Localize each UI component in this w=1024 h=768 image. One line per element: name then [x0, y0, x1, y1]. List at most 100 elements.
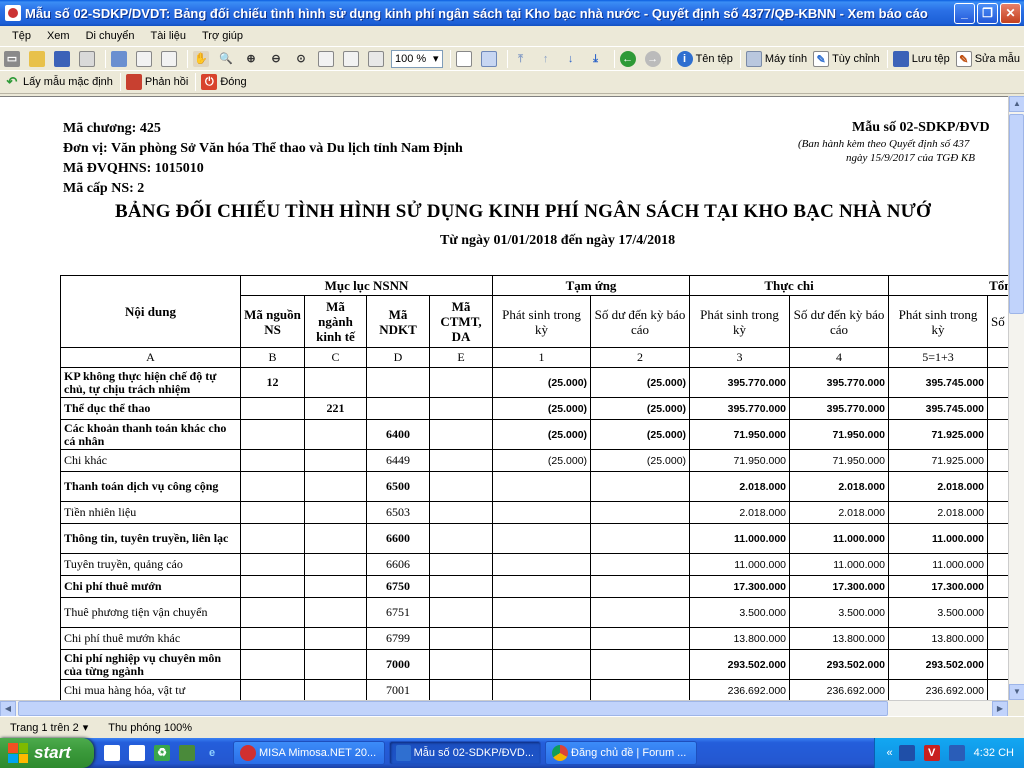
cell-v2	[590, 553, 691, 576]
single-page-button[interactable]	[454, 49, 477, 69]
whole-page-button[interactable]	[341, 49, 364, 69]
header-tong: Tổng	[888, 275, 1008, 296]
cell-v5: 71.925.000	[888, 419, 989, 450]
printer-icon: ▭	[4, 50, 20, 67]
letter-cell: 2	[590, 347, 691, 368]
task-report[interactable]: Mẫu số 02-SDKP/ĐVD...	[389, 741, 541, 765]
next-page-button[interactable]: ↓	[561, 49, 584, 69]
dong-button[interactable]: ⏻ Đóng	[199, 72, 248, 92]
form-code: Mẫu số 02-SDKP/ĐVD	[852, 120, 990, 135]
page-indicator[interactable]: Trang 1 trên 2 ▾	[10, 721, 88, 735]
first-page-button[interactable]: ⤒	[511, 49, 534, 69]
close-button[interactable]: ✕	[1000, 2, 1021, 24]
vertical-scrollbar[interactable]: ▲ ▼	[1008, 96, 1024, 700]
cell-v2	[590, 649, 691, 680]
print-button[interactable]: ▭	[2, 49, 25, 69]
info-icon: i	[676, 50, 693, 67]
network-icon[interactable]	[898, 745, 915, 761]
may-tinh-button[interactable]: Máy tính	[744, 49, 809, 69]
forward-button[interactable]: →	[643, 49, 666, 69]
menu-di-chuyen[interactable]: Di chuyển	[78, 30, 143, 42]
start-button[interactable]: start	[0, 738, 94, 768]
cell-last	[987, 679, 1008, 700]
horizontal-scroll-thumb[interactable]	[18, 701, 888, 716]
feedback-icon	[125, 74, 142, 90]
cell-v1: (25.000)	[492, 419, 592, 450]
ie-icon[interactable]: e	[204, 745, 220, 761]
cell-e	[428, 649, 494, 680]
table-row: Chi phí thuê mướn khác 6799 13.800.000 13.8…	[60, 627, 1008, 650]
scroll-down-icon[interactable]: ▼	[1009, 684, 1024, 700]
menu-tep[interactable]: Tệp	[4, 30, 39, 42]
report-viewport[interactable]: Mã chương: 425 Đơn vị: Văn phòng Sở Văn …	[0, 96, 1008, 700]
menu-xem[interactable]: Xem	[39, 30, 78, 42]
last-page-button[interactable]: ⤓	[586, 49, 609, 69]
cell-c	[304, 471, 367, 502]
prev-page-button[interactable]: ↑	[536, 49, 559, 69]
cell-v1	[492, 649, 592, 680]
title-bar: Mẫu số 02-SDKP/DVDT: Bảng đối chiếu tình…	[0, 0, 1024, 26]
open-button[interactable]	[27, 49, 50, 69]
cell-b	[240, 471, 305, 502]
page-width-button[interactable]	[316, 49, 339, 69]
multi-page-button[interactable]	[479, 49, 502, 69]
pan-button[interactable]: ✋	[191, 49, 214, 69]
task-chrome[interactable]: Đăng chủ đề | Forum ...	[545, 741, 697, 765]
folder-icon	[29, 50, 45, 67]
outline-button[interactable]	[109, 49, 132, 69]
zoom-select[interactable]: 100 % ▾	[391, 49, 443, 68]
maximize-button[interactable]: ❐	[977, 2, 998, 24]
task-misa[interactable]: MISA Mimosa.NET 20...	[233, 741, 385, 765]
vertical-scroll-thumb[interactable]	[1009, 114, 1024, 314]
app-icon[interactable]	[179, 745, 195, 761]
horizontal-scrollbar[interactable]: ◀ ▶	[0, 700, 1008, 717]
zoom-out-icon: ⊖	[271, 52, 281, 65]
cell-c	[304, 419, 367, 450]
cell-v3: 71.950.000	[689, 449, 791, 472]
document-icon[interactable]	[104, 745, 120, 761]
sua-mau-button[interactable]: ✎ Sửa mẫu	[954, 49, 1022, 69]
scroll-right-icon[interactable]: ▶	[992, 701, 1008, 717]
margins-button[interactable]	[159, 49, 182, 69]
luu-tep-button[interactable]: Lưu tệp	[891, 49, 952, 69]
table-row: Thanh toán dịch vụ công cộng 6500 2.018.00…	[60, 471, 1008, 502]
table-row: Thuê phương tiện vận chuyển 6751 3.500.000…	[60, 597, 1008, 628]
multi-page-icon	[480, 50, 497, 67]
page-setup-button[interactable]	[134, 49, 157, 69]
export-button[interactable]	[77, 49, 100, 69]
lay-mau-label: Lấy mẫu mặc định	[23, 76, 113, 88]
tuy-chinh-button[interactable]: ✎ Tùy chỉnh	[811, 49, 882, 69]
lay-mau-button[interactable]: ↶ Lấy mẫu mặc định	[2, 72, 115, 92]
minimize-button[interactable]: _	[954, 2, 975, 24]
tray-expand-icon[interactable]: «	[887, 747, 893, 759]
back-button[interactable]: ←	[618, 49, 641, 69]
zoom-out-button[interactable]: ⊖	[266, 49, 289, 69]
cell-v1: (25.000)	[492, 449, 592, 472]
zoom-100-button[interactable]	[366, 49, 389, 69]
cell-v4: 11.000.000	[789, 553, 890, 576]
cell-d: 6500	[366, 471, 430, 502]
cell-noi-dung: Tiền nhiên liệu	[60, 501, 241, 524]
last-page-icon: ⤓	[593, 52, 598, 65]
report-title: BẢNG ĐỐI CHIẾU TÌNH HÌNH SỬ DỤNG KINH PH…	[115, 201, 931, 222]
document-icon[interactable]	[129, 745, 145, 761]
quick-launch: ♻ e	[104, 745, 223, 761]
zoom-in-button[interactable]: ⊕	[241, 49, 264, 69]
save-button[interactable]	[52, 49, 75, 69]
cell-v2	[590, 597, 691, 628]
zoom-fit-button[interactable]: ⊙	[291, 49, 314, 69]
recycle-icon[interactable]: ♻	[154, 745, 170, 761]
outline-icon	[111, 50, 127, 67]
language-icon[interactable]: V	[923, 745, 940, 761]
task-misa-label: MISA Mimosa.NET 20...	[259, 747, 377, 759]
zoom-button[interactable]: 🔍	[216, 49, 239, 69]
volume-icon[interactable]	[948, 745, 965, 761]
cell-v4: 2.018.000	[789, 501, 890, 524]
scroll-up-icon[interactable]: ▲	[1009, 96, 1024, 112]
menu-tai-lieu[interactable]: Tài liệu	[143, 30, 194, 42]
menu-tro-giup[interactable]: Trợ giúp	[194, 30, 251, 42]
cell-v5: 293.502.000	[888, 649, 989, 680]
phan-hoi-button[interactable]: Phản hồi	[124, 72, 190, 92]
scroll-left-icon[interactable]: ◀	[0, 701, 16, 717]
ten-tep-button[interactable]: i Tên tệp	[675, 49, 735, 69]
